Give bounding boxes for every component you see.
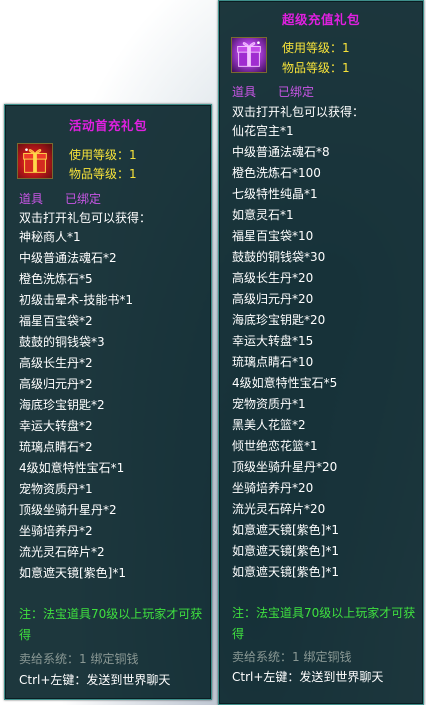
gift-contents-list: 仙花宫主*1 中级普通法魂石*8 橙色洗炼石*100 七级特性纯晶*1 如意灵石*1 福星… — [232, 121, 339, 583]
tooltip-title: 活动首充礼包 — [68, 118, 147, 133]
super-recharge-gift-tooltip: 超级充值礼包 使用等级：1 物品等级：1 道具 已绑定 双击打开礼包可以获得： 仙… — [218, 0, 424, 705]
gift-contents-list: 神秘商人*1 中级普通法魂石*2 橙色洗炼石*5 初级击晕术-技能书*1 福星百宝袋*2… — [19, 227, 133, 584]
gift-item: 流光灵石碎片*20 — [232, 502, 326, 516]
gift-item: 中级普通法魂石*8 — [232, 145, 330, 159]
item-tags: 道具 已绑定 — [19, 190, 123, 207]
gift-item: 高级归元丹*2 — [19, 377, 93, 391]
gift-item: 海底珍宝钥匙*20 — [232, 313, 326, 327]
gift-item: 福星百宝袋*10 — [232, 229, 314, 243]
use-level: 使用等级：1 — [69, 148, 137, 162]
gift-item: 宠物资质丹*1 — [232, 397, 306, 411]
sell-price: 卖给系统：1 绑定铜钱 — [232, 650, 352, 664]
gift-item: 如意遮天镜[紫色]*1 — [232, 565, 339, 579]
gift-item: 高级长生丹*20 — [232, 271, 314, 285]
gift-item: 如意遮天镜[紫色]*1 — [19, 566, 126, 580]
gift-item: 宠物资质丹*1 — [19, 482, 93, 496]
gift-item: 福星百宝袋*2 — [19, 314, 93, 328]
gift-item: 中级普通法魂石*2 — [19, 251, 117, 265]
level-requirement-note: 注：法宝道具70级以上玩家才可获得 — [232, 606, 416, 641]
gift-item: 如意遮天镜[紫色]*1 — [232, 544, 339, 558]
ctrl-click-hint: Ctrl+左键：发送到世界聊天 — [19, 673, 171, 687]
gift-item: 顶级坐骑升星丹*2 — [19, 503, 117, 517]
item-level: 物品等级：1 — [69, 167, 137, 181]
gift-item: 4级如意特性宝石*5 — [232, 376, 338, 390]
gift-item: 4级如意特性宝石*1 — [19, 461, 125, 475]
tag-type: 道具 — [232, 85, 257, 99]
tag-type: 道具 — [19, 192, 44, 206]
gift-item: 黑美人花篮*2 — [232, 418, 306, 432]
gift-item: 幸运大转盘*2 — [19, 419, 93, 433]
purple-gift-box-icon — [231, 37, 267, 73]
gift-item: 七级特性纯晶*1 — [232, 187, 318, 201]
tag-bind: 已绑定 — [65, 192, 102, 206]
gift-item: 流光灵石碎片*2 — [19, 545, 105, 559]
gift-item: 橙色洗炼石*100 — [232, 166, 321, 180]
gift-item: 高级长生丹*2 — [19, 356, 93, 370]
item-level: 物品等级：1 — [282, 61, 350, 75]
gift-item: 如意遮天镜[紫色]*1 — [232, 523, 339, 537]
gift-item: 神秘商人*1 — [19, 230, 81, 244]
gift-item: 仙花宫主*1 — [232, 124, 294, 138]
gift-item: 鼓鼓的铜钱袋*3 — [19, 335, 105, 349]
level-requirement-note: 注：法宝道具70级以上玩家才可获得 — [19, 607, 203, 642]
activity-first-charge-gift-tooltip: 活动首充礼包 使用等级：1 物品等级：1 道具 已绑定 双击打开礼包可以获得： 神… — [4, 104, 212, 700]
item-tags: 道具 已绑定 — [232, 83, 336, 100]
gift-description: 双击打开礼包可以获得： — [232, 105, 365, 119]
ctrl-click-hint: Ctrl+左键：发送到世界聊天 — [232, 670, 384, 684]
use-level: 使用等级：1 — [282, 41, 350, 55]
sell-price: 卖给系统：1 绑定铜钱 — [19, 652, 139, 666]
tag-bind: 已绑定 — [278, 85, 315, 99]
gift-item: 倾世绝恋花篮*1 — [232, 439, 318, 453]
gift-item: 初级击晕术-技能书*1 — [19, 293, 133, 307]
gift-item: 坐骑培养丹*2 — [19, 524, 93, 538]
gift-item: 顶级坐骑升星丹*20 — [232, 460, 338, 474]
red-gift-box-icon — [17, 143, 53, 179]
gift-item: 如意灵石*1 — [232, 208, 294, 222]
gift-item: 幸运大转盘*15 — [232, 334, 314, 348]
gift-item: 橙色洗炼石*5 — [19, 272, 93, 286]
gift-item: 鼓鼓的铜钱袋*30 — [232, 250, 326, 264]
gift-item: 琉璃点睛石*10 — [232, 355, 314, 369]
tooltip-title: 超级充值礼包 — [281, 12, 360, 27]
gift-item: 高级归元丹*20 — [232, 292, 314, 306]
gift-item: 琉璃点睛石*2 — [19, 440, 93, 454]
gift-item: 坐骑培养丹*20 — [232, 481, 314, 495]
gift-description: 双击打开礼包可以获得： — [19, 211, 152, 225]
gift-item: 海底珍宝钥匙*2 — [19, 398, 105, 412]
